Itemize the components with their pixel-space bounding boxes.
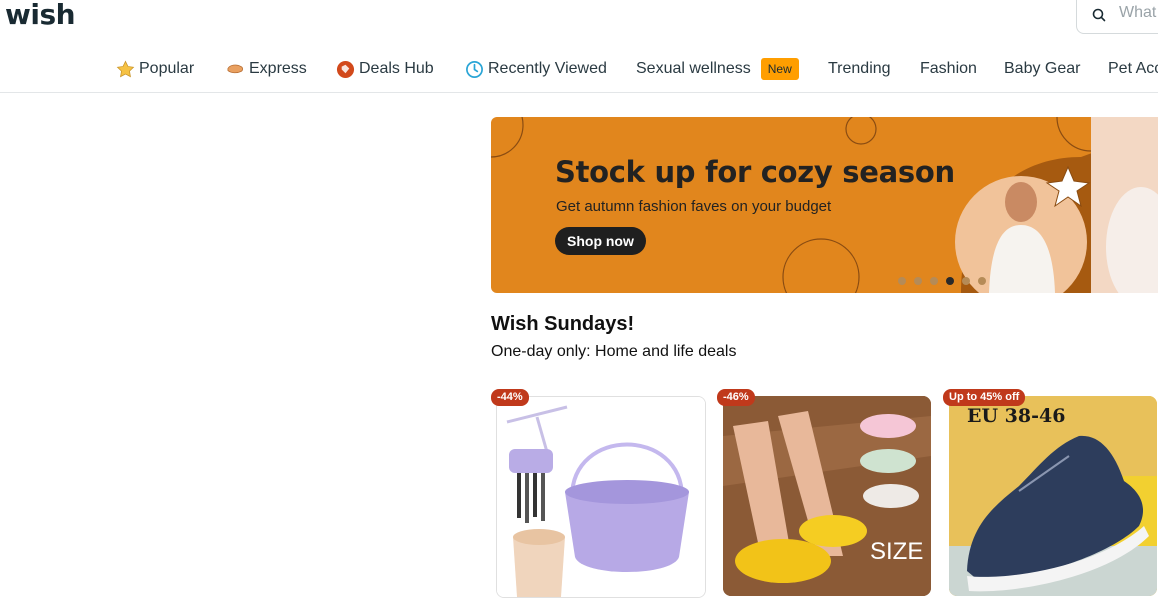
section-title: Wish Sundays! bbox=[491, 313, 635, 335]
product-card[interactable]: EU 38-46 bbox=[949, 396, 1157, 596]
nav-item-recently-viewed[interactable]: Recently Viewed bbox=[465, 58, 607, 80]
clock-icon bbox=[466, 60, 483, 78]
nav-item-label: Sexual wellness bbox=[636, 60, 751, 77]
carousel-dot[interactable] bbox=[914, 277, 922, 285]
discount-badge: Up to 45% off bbox=[943, 389, 1026, 406]
product-card[interactable] bbox=[496, 396, 706, 598]
nav-item-deals-hub[interactable]: Deals Hub bbox=[336, 58, 434, 80]
nav-item-label: Trending bbox=[828, 60, 891, 77]
image-size-text: SIZE bbox=[870, 538, 923, 565]
new-badge: New bbox=[760, 58, 799, 80]
nav-item-label: Popular bbox=[139, 60, 195, 77]
nav-item-label: Pet Acc bbox=[1108, 60, 1158, 77]
nav-item-label: Baby Gear bbox=[1004, 60, 1081, 77]
carousel-dot[interactable] bbox=[898, 277, 906, 285]
carousel-dot[interactable] bbox=[962, 277, 970, 285]
image-size-range-text: EU 38-46 bbox=[967, 405, 1065, 427]
search-icon bbox=[1092, 8, 1106, 22]
deals-tag-icon bbox=[336, 60, 355, 78]
express-icon bbox=[227, 64, 244, 73]
discount-badge: -46% bbox=[717, 389, 755, 406]
nav-item-fashion[interactable]: Fashion bbox=[920, 58, 977, 80]
category-nav: Popular Express Deals Hub Recently Viewe… bbox=[0, 45, 1158, 93]
carousel-dot[interactable] bbox=[930, 277, 938, 285]
nav-item-label: Recently Viewed bbox=[488, 60, 607, 77]
banner-title: Stock up for cozy season bbox=[555, 155, 955, 189]
banner-subtitle: Get autumn fashion faves on your budget bbox=[556, 198, 832, 215]
section-subtitle: One-day only: Home and life deals bbox=[491, 343, 737, 360]
shop-now-button[interactable]: Shop now bbox=[555, 227, 646, 255]
search-input[interactable] bbox=[1117, 3, 1158, 23]
product-card[interactable]: SIZE bbox=[723, 396, 931, 596]
promo-banner[interactable]: Stock up for cozy season Get autumn fash… bbox=[491, 117, 1158, 293]
product-image-brush-cleaner bbox=[497, 397, 705, 597]
star-icon bbox=[116, 60, 135, 77]
product-image-mesh-sneaker: EU 38-46 bbox=[949, 396, 1157, 596]
nav-item-label: Deals Hub bbox=[359, 60, 434, 77]
nav-item-trending[interactable]: Trending bbox=[828, 58, 891, 80]
wish-logo[interactable]: wish bbox=[5, 0, 76, 31]
product-image-clog-slippers: SIZE bbox=[723, 396, 931, 596]
nav-item-label: Fashion bbox=[920, 60, 977, 77]
search-box[interactable] bbox=[1076, 0, 1158, 34]
nav-item-label: Express bbox=[249, 60, 307, 77]
carousel-dot-active[interactable] bbox=[946, 277, 954, 285]
nav-item-pet-accessories[interactable]: Pet Acc bbox=[1108, 58, 1158, 80]
discount-badge: -44% bbox=[491, 389, 529, 406]
nav-item-sexual-wellness[interactable]: Sexual wellness New bbox=[636, 58, 799, 80]
nav-item-express[interactable]: Express bbox=[226, 58, 307, 80]
nav-item-baby-gear[interactable]: Baby Gear bbox=[1004, 58, 1080, 80]
carousel-dot[interactable] bbox=[978, 277, 986, 285]
carousel-dots bbox=[898, 277, 986, 285]
nav-item-popular[interactable]: Popular bbox=[116, 58, 194, 80]
